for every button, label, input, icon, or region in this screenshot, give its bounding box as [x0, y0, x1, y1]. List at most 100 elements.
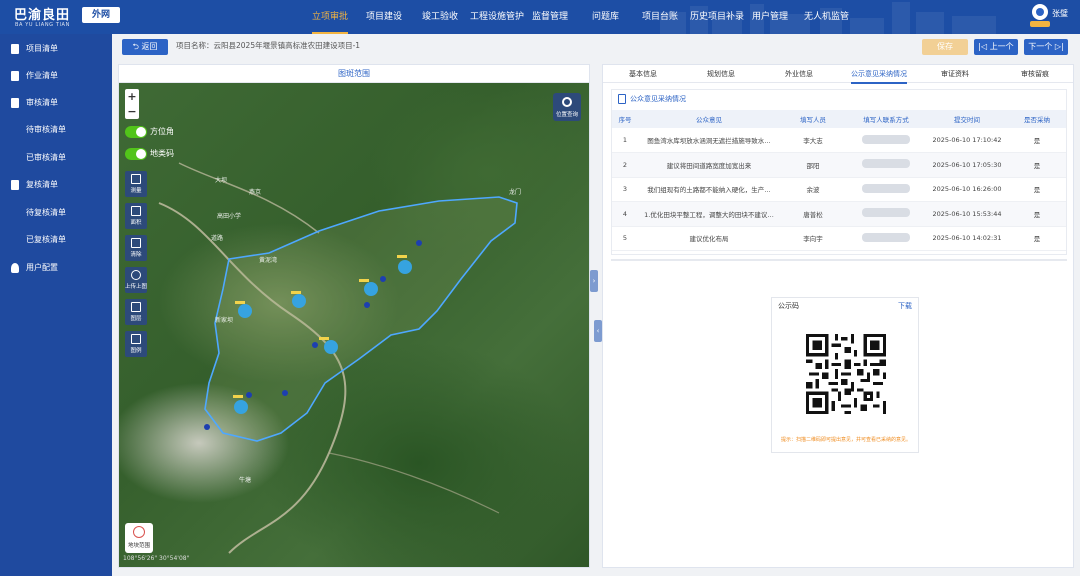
tool-label: 清除	[130, 252, 142, 258]
plot-range-button[interactable]: 地块范围	[125, 523, 153, 553]
satellite-map[interactable]: + − 方位角 地类码 测量 面积 清除 上传上图 图层 图例 位置查询 大坝 …	[119, 83, 589, 567]
map-place-label: 大坝	[215, 177, 228, 184]
brand-logo[interactable]: 巴渝良田 BA YU LIANG TIAN 外网	[14, 4, 120, 30]
map-point[interactable]	[204, 424, 210, 430]
sidebar-item-label: 已复核清单	[26, 235, 66, 244]
azimuth-toggle[interactable]: 方位角	[125, 125, 181, 139]
nav-item-facility-maintenance[interactable]: 工程设施管护	[470, 0, 524, 34]
sidebar-item-project-list[interactable]: 项目清单	[0, 36, 112, 62]
landcode-toggle[interactable]: 地类码	[125, 147, 181, 161]
tool-label: 上传上图	[125, 284, 148, 290]
map-coordinate-readout: 108°56'26" 30°54'08"	[123, 555, 190, 562]
road-line	[328, 452, 500, 514]
opinion-text: 建议将田间道路宽度加宽出来	[638, 152, 780, 178]
column-header: 填写人员	[780, 110, 846, 128]
table-row[interactable]: 2 建议将田间道路宽度加宽出来 邵阳 2025-06-10 17:05:30 是	[612, 152, 1066, 178]
map-point[interactable]	[282, 390, 288, 396]
map-place-label: 牛塘	[239, 477, 252, 484]
submit-time: 2025-06-10 16:26:00	[926, 177, 1008, 202]
toggle-switch[interactable]	[125, 148, 147, 160]
map-point[interactable]	[312, 342, 318, 348]
document-icon	[11, 44, 19, 54]
table-row[interactable]: 1 图鱼湾水库坝放水涵洞无遮拦措施导致水… 李大志 2025-06-10 17:…	[612, 128, 1066, 153]
next-button[interactable]: 下一个 ▷|	[1024, 39, 1068, 55]
map-marker[interactable]	[292, 294, 306, 308]
user-icon	[11, 263, 19, 273]
previous-button[interactable]: |◁ 上一个	[974, 39, 1018, 55]
measure-tool[interactable]: 测量	[125, 171, 147, 197]
sidebar-item-recheck-list[interactable]: 复核清单	[0, 172, 112, 198]
sidebar-item-reviewed[interactable]: 已审核清单	[0, 145, 112, 171]
collapse-left-arrow-icon[interactable]: ‹	[594, 320, 602, 342]
download-link[interactable]: 下载	[898, 301, 912, 311]
sidebar-item-label: 作业清单	[26, 71, 58, 80]
location-search-button[interactable]: 位置查询	[553, 93, 581, 121]
nav-item-user-management[interactable]: 用户管理	[752, 0, 788, 34]
map-marker[interactable]	[398, 260, 412, 274]
redacted-contact	[862, 208, 910, 218]
map-place-label: 黄泥湾	[259, 257, 278, 264]
submit-time: 2025-06-10 17:05:30	[926, 152, 1008, 178]
first-page-icon: |◁	[978, 42, 990, 51]
table-row[interactable]: 3 我们组现有的土路都不能纳入硬化，生产… 余波 2025-06-10 16:2…	[612, 177, 1066, 202]
tab-public-opinion[interactable]: 公示意见采纳情况	[851, 65, 907, 84]
save-button[interactable]: 保存	[922, 39, 968, 55]
collapse-right-arrow-icon[interactable]: ›	[590, 270, 598, 292]
nav-item-completion-acceptance[interactable]: 竣工验收	[422, 0, 458, 34]
ruler-icon	[131, 174, 141, 184]
map-marker[interactable]	[324, 340, 338, 354]
tab-planning-info[interactable]: 规划信息	[707, 65, 735, 83]
map-point[interactable]	[416, 240, 422, 246]
column-header: 填写人联系方式	[846, 110, 926, 128]
back-button[interactable]: ⮌ 返回	[122, 39, 168, 55]
sidebar-item-work-list[interactable]: 作业清单	[0, 63, 112, 89]
legend-tool[interactable]: 图例	[125, 331, 147, 357]
section-title: 公众意见采纳情况	[630, 95, 686, 103]
map-marker[interactable]	[364, 282, 378, 296]
tab-basic-info[interactable]: 基本信息	[629, 65, 657, 83]
table-row[interactable]: 5 建议优化布局 李向宇 2025-06-10 14:02:31 是	[612, 226, 1066, 251]
document-icon	[11, 71, 19, 81]
sidebar-item-rechecked[interactable]: 已复核清单	[0, 227, 112, 253]
user-profile[interactable]: 张璧	[1030, 4, 1070, 32]
nav-item-project-approval[interactable]: 立项审批	[312, 0, 349, 34]
sidebar-item-review-list[interactable]: 审核清单	[0, 90, 112, 116]
sidebar-item-user-config[interactable]: 用户配置	[0, 255, 112, 281]
qr-card-title: 公示码	[778, 302, 799, 310]
map-place-label: 龙门	[509, 189, 522, 196]
user-name: 张璧	[1052, 9, 1068, 18]
nav-item-project-construction[interactable]: 项目建设	[366, 0, 402, 34]
tab-review-trace[interactable]: 审核留痕	[1021, 65, 1049, 83]
area-tool[interactable]: 面积	[125, 203, 147, 229]
nav-item-issue-library[interactable]: 问题库	[592, 0, 619, 34]
map-point[interactable]	[246, 392, 252, 398]
last-page-icon: ▷|	[1052, 42, 1064, 51]
map-annotation	[397, 255, 407, 258]
row-number: 1	[612, 128, 638, 153]
qr-tip-text: 提示：扫描二维码即可提出意见，并可查看已采纳的意见。	[780, 437, 911, 443]
clear-tool[interactable]: 清除	[125, 235, 147, 261]
nav-item-project-ledger[interactable]: 项目台账	[642, 0, 678, 34]
map-place-label: 新家坝	[215, 317, 234, 324]
nav-item-supervision[interactable]: 监督管理	[532, 0, 568, 34]
map-point[interactable]	[380, 276, 386, 282]
tab-field-info[interactable]: 外业信息	[785, 65, 813, 83]
nav-item-drone-supervision[interactable]: 无人机监管	[804, 0, 849, 34]
map-point[interactable]	[364, 302, 370, 308]
sidebar-item-label: 审核清单	[26, 98, 58, 107]
upload-tool[interactable]: 上传上图	[125, 267, 147, 293]
zoom-out-button[interactable]: −	[125, 104, 139, 119]
nav-item-history-supplement[interactable]: 历史项目补录	[690, 0, 744, 34]
table-row[interactable]: 4 1.优化田块平整工程，调整大的田块不建议… 唐普松 2025-06-10 1…	[612, 201, 1066, 227]
layer-tool[interactable]: 图层	[125, 299, 147, 325]
tab-certificate-docs[interactable]: 审证资料	[941, 65, 969, 83]
map-place-label: 燕京	[249, 189, 262, 196]
zoom-in-button[interactable]: +	[125, 89, 139, 104]
toggle-switch[interactable]	[125, 126, 147, 138]
map-marker[interactable]	[238, 304, 252, 318]
project-boundary-polygon[interactable]	[204, 196, 518, 442]
main-content: ⮌ 返回 项目名称：云阳县2025年堰景镇高标准农田建设项目-1 保存 |◁ 上…	[112, 34, 1080, 576]
sidebar-item-pending-review[interactable]: 待审核清单	[0, 117, 112, 143]
sidebar-item-pending-recheck[interactable]: 待复核清单	[0, 200, 112, 226]
map-marker[interactable]	[234, 400, 248, 414]
